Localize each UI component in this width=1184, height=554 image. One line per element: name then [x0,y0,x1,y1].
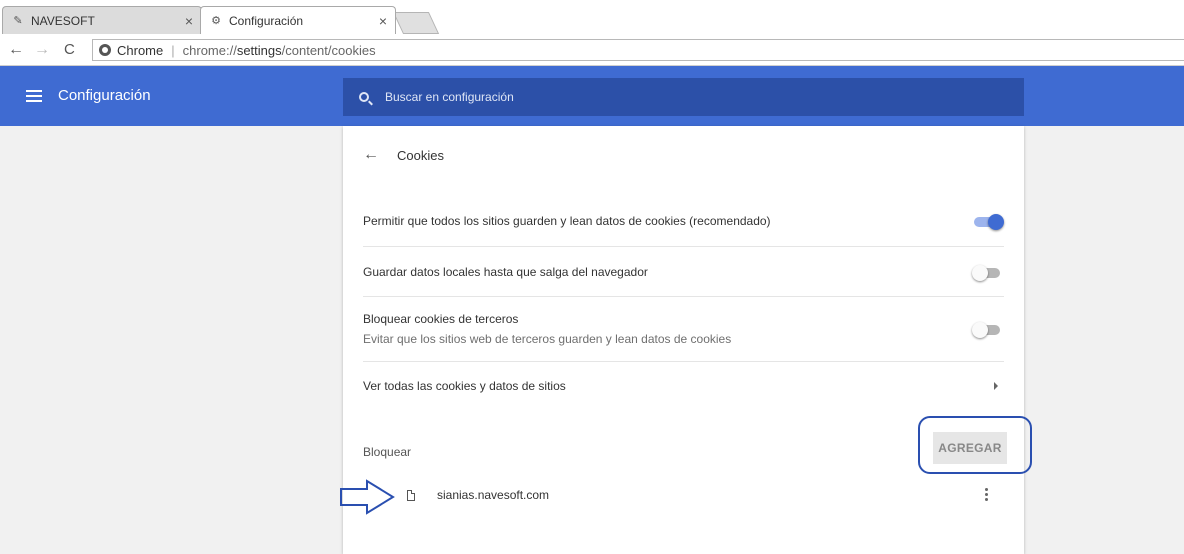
setting-label: Guardar datos locales hasta que salga de… [363,264,648,279]
reload-icon[interactable]: C [64,41,75,58]
setting-sublabel: Evitar que los sitios web de terceros gu… [363,332,732,346]
page-title: Configuración [58,87,151,104]
menu-icon[interactable] [26,90,42,102]
section-title: Cookies [397,147,444,163]
search-icon [359,92,369,102]
tab-navesoft[interactable]: ✎ NAVESOFT × [2,6,202,34]
setting-row-view-all-cookies[interactable]: Ver todas las cookies y datos de sitios [363,361,1004,409]
blocked-site-item: sianias.navesoft.com [407,488,549,502]
url-text: chrome://settings/content/cookies [182,42,376,58]
back-arrow-icon[interactable]: ← [363,146,379,164]
navesoft-favicon-icon: ✎ [13,15,23,27]
close-icon[interactable]: × [379,13,387,29]
block-third-party-toggle[interactable] [972,322,1004,338]
tab-title: Configuración [229,13,304,28]
section-header: ← Cookies [363,146,444,164]
search-placeholder: Buscar en configuración [385,90,514,104]
blocked-site-url: sianias.navesoft.com [437,488,550,502]
block-section-label: Bloquear [363,445,412,459]
annotation-arrow-icon [340,479,395,515]
cookies-settings-card: ← Cookies Permitir que todos los sitios … [343,126,1032,554]
search-input[interactable]: Buscar en configuración [343,78,1024,116]
forward-arrow-icon[interactable]: → [34,41,50,59]
more-vert-icon[interactable] [984,488,988,503]
navigation-bar: ← → C Chrome | chrome://settings/content… [0,36,1184,66]
setting-label: Bloquear cookies de terceros [363,312,519,326]
settings-header: Configuración Buscar en configuración [0,66,1184,126]
setting-row-block-third-party[interactable]: Bloquear cookies de terceros Evitar que … [363,296,1004,361]
keep-local-data-toggle[interactable] [972,264,1004,281]
setting-label: Ver todas las cookies y datos de sitios [363,378,566,393]
setting-row-allow-cookies[interactable]: Permitir que todos los sitios guarden y … [363,196,1004,246]
tab-strip: ✎ NAVESOFT × ⚙ Configuración × [0,0,1184,36]
file-icon [407,489,415,501]
separator: | [171,42,175,58]
tab-configuracion[interactable]: ⚙ Configuración × [200,6,396,34]
setting-row-keep-local-data[interactable]: Guardar datos locales hasta que salga de… [363,246,1004,296]
tab-title: NAVESOFT [31,13,95,28]
back-arrow-icon[interactable]: ← [8,41,24,59]
allow-cookies-toggle[interactable] [972,214,1004,230]
new-tab-button[interactable] [392,12,440,34]
chevron-right-icon [994,381,998,390]
annotation-highlight-circle [918,416,1032,474]
setting-label: Permitir que todos los sitios guarden y … [363,214,771,228]
setting-text: Bloquear cookies de terceros Evitar que … [363,312,972,346]
close-icon[interactable]: × [185,13,193,29]
address-bar[interactable]: Chrome | chrome://settings/content/cooki… [92,39,1184,61]
chrome-icon [99,44,111,56]
gear-icon: ⚙ [211,15,221,27]
scheme-label: Chrome [117,42,164,58]
